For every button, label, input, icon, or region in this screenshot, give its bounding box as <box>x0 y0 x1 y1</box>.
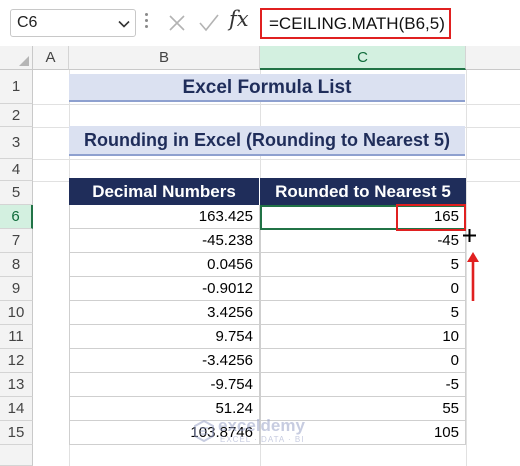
cell-c7[interactable]: -45 <box>260 229 466 253</box>
cell-b6[interactable]: 163.425 <box>69 205 260 229</box>
cancel-icon[interactable] <box>168 14 186 32</box>
sheet-title[interactable]: Excel Formula List <box>69 74 465 102</box>
row-header-12[interactable]: 12 <box>0 349 33 373</box>
column-header-a[interactable]: A <box>33 46 69 70</box>
cell-b7[interactable]: -45.238 <box>69 229 260 253</box>
formula-bar: C6 fx =CEILING.MATH(B6,5) <box>0 0 520 47</box>
row-header-10[interactable]: 10 <box>0 301 33 325</box>
gridline <box>33 104 520 105</box>
enter-check-icon[interactable] <box>198 13 220 33</box>
cell-c11[interactable]: 10 <box>260 325 466 349</box>
row-header-2[interactable]: 2 <box>0 104 33 127</box>
row-header-3[interactable]: 3 <box>0 127 33 159</box>
arrow-up-icon <box>467 252 479 301</box>
row-header-13[interactable]: 13 <box>0 373 33 397</box>
highlight-box <box>396 204 466 231</box>
formula-input[interactable]: =CEILING.MATH(B6,5) <box>260 8 451 39</box>
cell-b10[interactable]: 3.4256 <box>69 301 260 325</box>
cell-b13[interactable]: -9.754 <box>69 373 260 397</box>
watermark-name: exceldemy <box>218 416 305 435</box>
row-header-1[interactable]: 1 <box>0 70 33 104</box>
more-options-icon <box>144 13 149 33</box>
cell-b8[interactable]: 0.0456 <box>69 253 260 277</box>
cell-c13[interactable]: -5 <box>260 373 466 397</box>
cell-c10[interactable]: 5 <box>260 301 466 325</box>
row-header-11[interactable]: 11 <box>0 325 33 349</box>
row-header-15[interactable]: 15 <box>0 421 33 445</box>
fill-handle-cursor-icon[interactable] <box>463 229 476 242</box>
cell-b11[interactable]: 9.754 <box>69 325 260 349</box>
chevron-down-icon[interactable] <box>118 18 130 30</box>
watermark-logo: exceldemy EXCEL · DATA · BI <box>194 416 344 450</box>
column-header-c[interactable]: C <box>260 46 466 70</box>
cell-c12[interactable]: 0 <box>260 349 466 373</box>
name-box[interactable]: C6 <box>10 9 136 37</box>
row-header-14[interactable]: 14 <box>0 397 33 421</box>
table-header-rounded[interactable]: Rounded to Nearest 5 <box>260 178 466 205</box>
watermark-tagline: EXCEL · DATA · BI <box>220 435 305 444</box>
select-all-triangle-icon <box>19 56 29 66</box>
row-header-9[interactable]: 9 <box>0 277 33 301</box>
name-box-value[interactable]: C6 <box>17 14 37 32</box>
table-header-decimal-numbers[interactable]: Decimal Numbers <box>69 178 260 205</box>
row-header-6[interactable]: 6 <box>0 205 33 229</box>
row-header-16[interactable] <box>0 445 33 466</box>
select-all-button[interactable] <box>0 46 33 70</box>
sheet-subtitle[interactable]: Rounding in Excel (Rounding to Nearest 5… <box>69 126 465 156</box>
row-header-4[interactable]: 4 <box>0 159 33 181</box>
logo-icon <box>194 420 214 442</box>
column-header-d[interactable] <box>466 46 520 70</box>
cell-b9[interactable]: -0.9012 <box>69 277 260 301</box>
insert-function-button[interactable]: fx <box>229 7 249 31</box>
cell-c8[interactable]: 5 <box>260 253 466 277</box>
row-header-7[interactable]: 7 <box>0 229 33 253</box>
column-header-b[interactable]: B <box>69 46 260 70</box>
formula-text[interactable]: =CEILING.MATH(B6,5) <box>269 14 445 34</box>
cell-c9[interactable]: 0 <box>260 277 466 301</box>
row-header-8[interactable]: 8 <box>0 253 33 277</box>
cell-b12[interactable]: -3.4256 <box>69 349 260 373</box>
row-header-5[interactable]: 5 <box>0 181 33 205</box>
gridline <box>33 159 520 160</box>
